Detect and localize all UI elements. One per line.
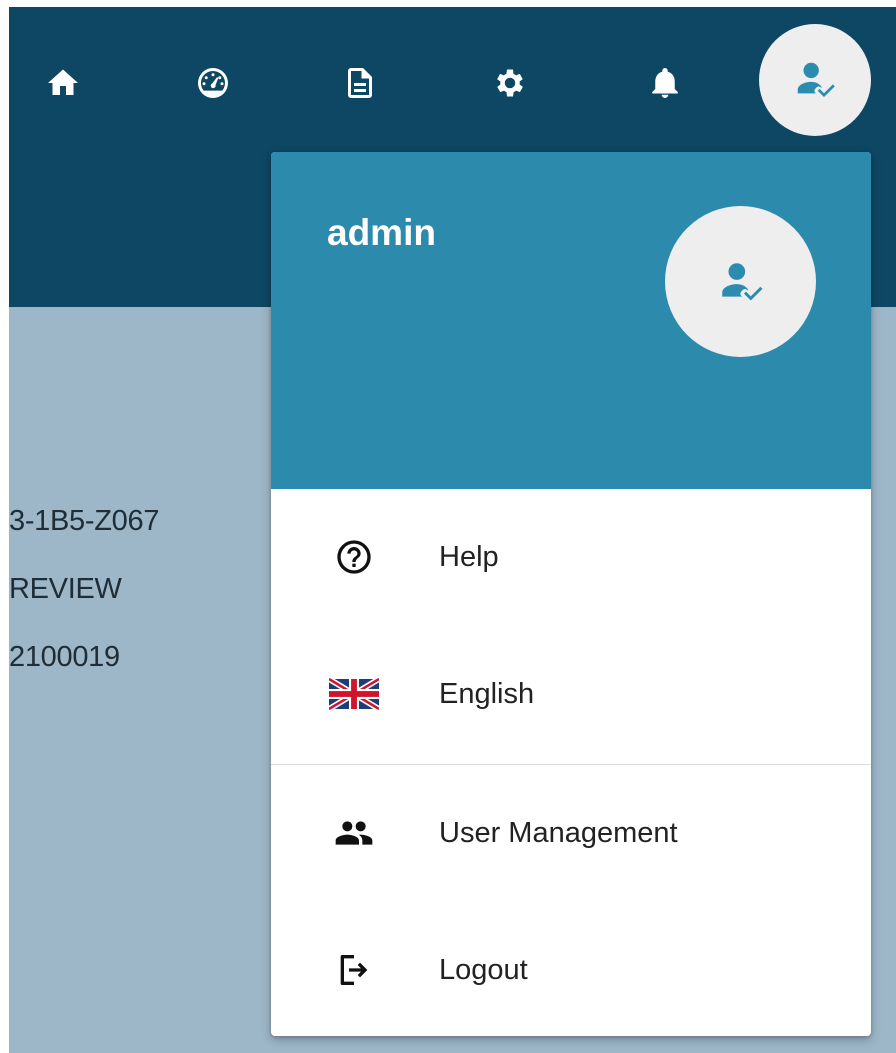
settings-icon[interactable]	[485, 58, 535, 108]
menu-item-user-management[interactable]: User Management	[271, 765, 871, 901]
users-icon	[327, 806, 381, 860]
user-avatar-button[interactable]	[759, 24, 871, 136]
logout-icon	[327, 943, 381, 997]
username: admin	[327, 212, 436, 253]
user-menu-avatar	[665, 206, 816, 357]
background-id-text: 3-1B5-Z067	[9, 505, 160, 537]
menu-item-help[interactable]: Help	[271, 489, 871, 625]
user-menu-header: admin	[271, 152, 871, 489]
page-edge-left	[0, 0, 9, 1053]
menu-item-label: User Management	[439, 816, 678, 849]
menu-item-language[interactable]: English	[271, 626, 871, 762]
page-edge-top	[0, 0, 896, 7]
background-status-text: REVIEW	[9, 573, 122, 605]
user-check-icon	[797, 62, 835, 98]
help-circle-icon	[327, 530, 381, 584]
menu-item-label: Logout	[439, 953, 528, 986]
document-icon[interactable]	[335, 58, 385, 108]
menu-item-label: Help	[439, 540, 499, 573]
user-check-icon	[721, 262, 762, 301]
menu-item-label: English	[439, 677, 535, 710]
dashboard-icon[interactable]	[188, 58, 238, 108]
home-icon[interactable]	[38, 58, 88, 108]
menu-item-logout[interactable]: Logout	[271, 902, 871, 1036]
user-menu-dropdown: admin Help English User Management Logou…	[271, 152, 871, 1036]
uk-flag-icon	[327, 667, 381, 721]
background-number-text: 2100019	[9, 641, 120, 673]
notification-bell-icon[interactable]	[640, 58, 690, 108]
